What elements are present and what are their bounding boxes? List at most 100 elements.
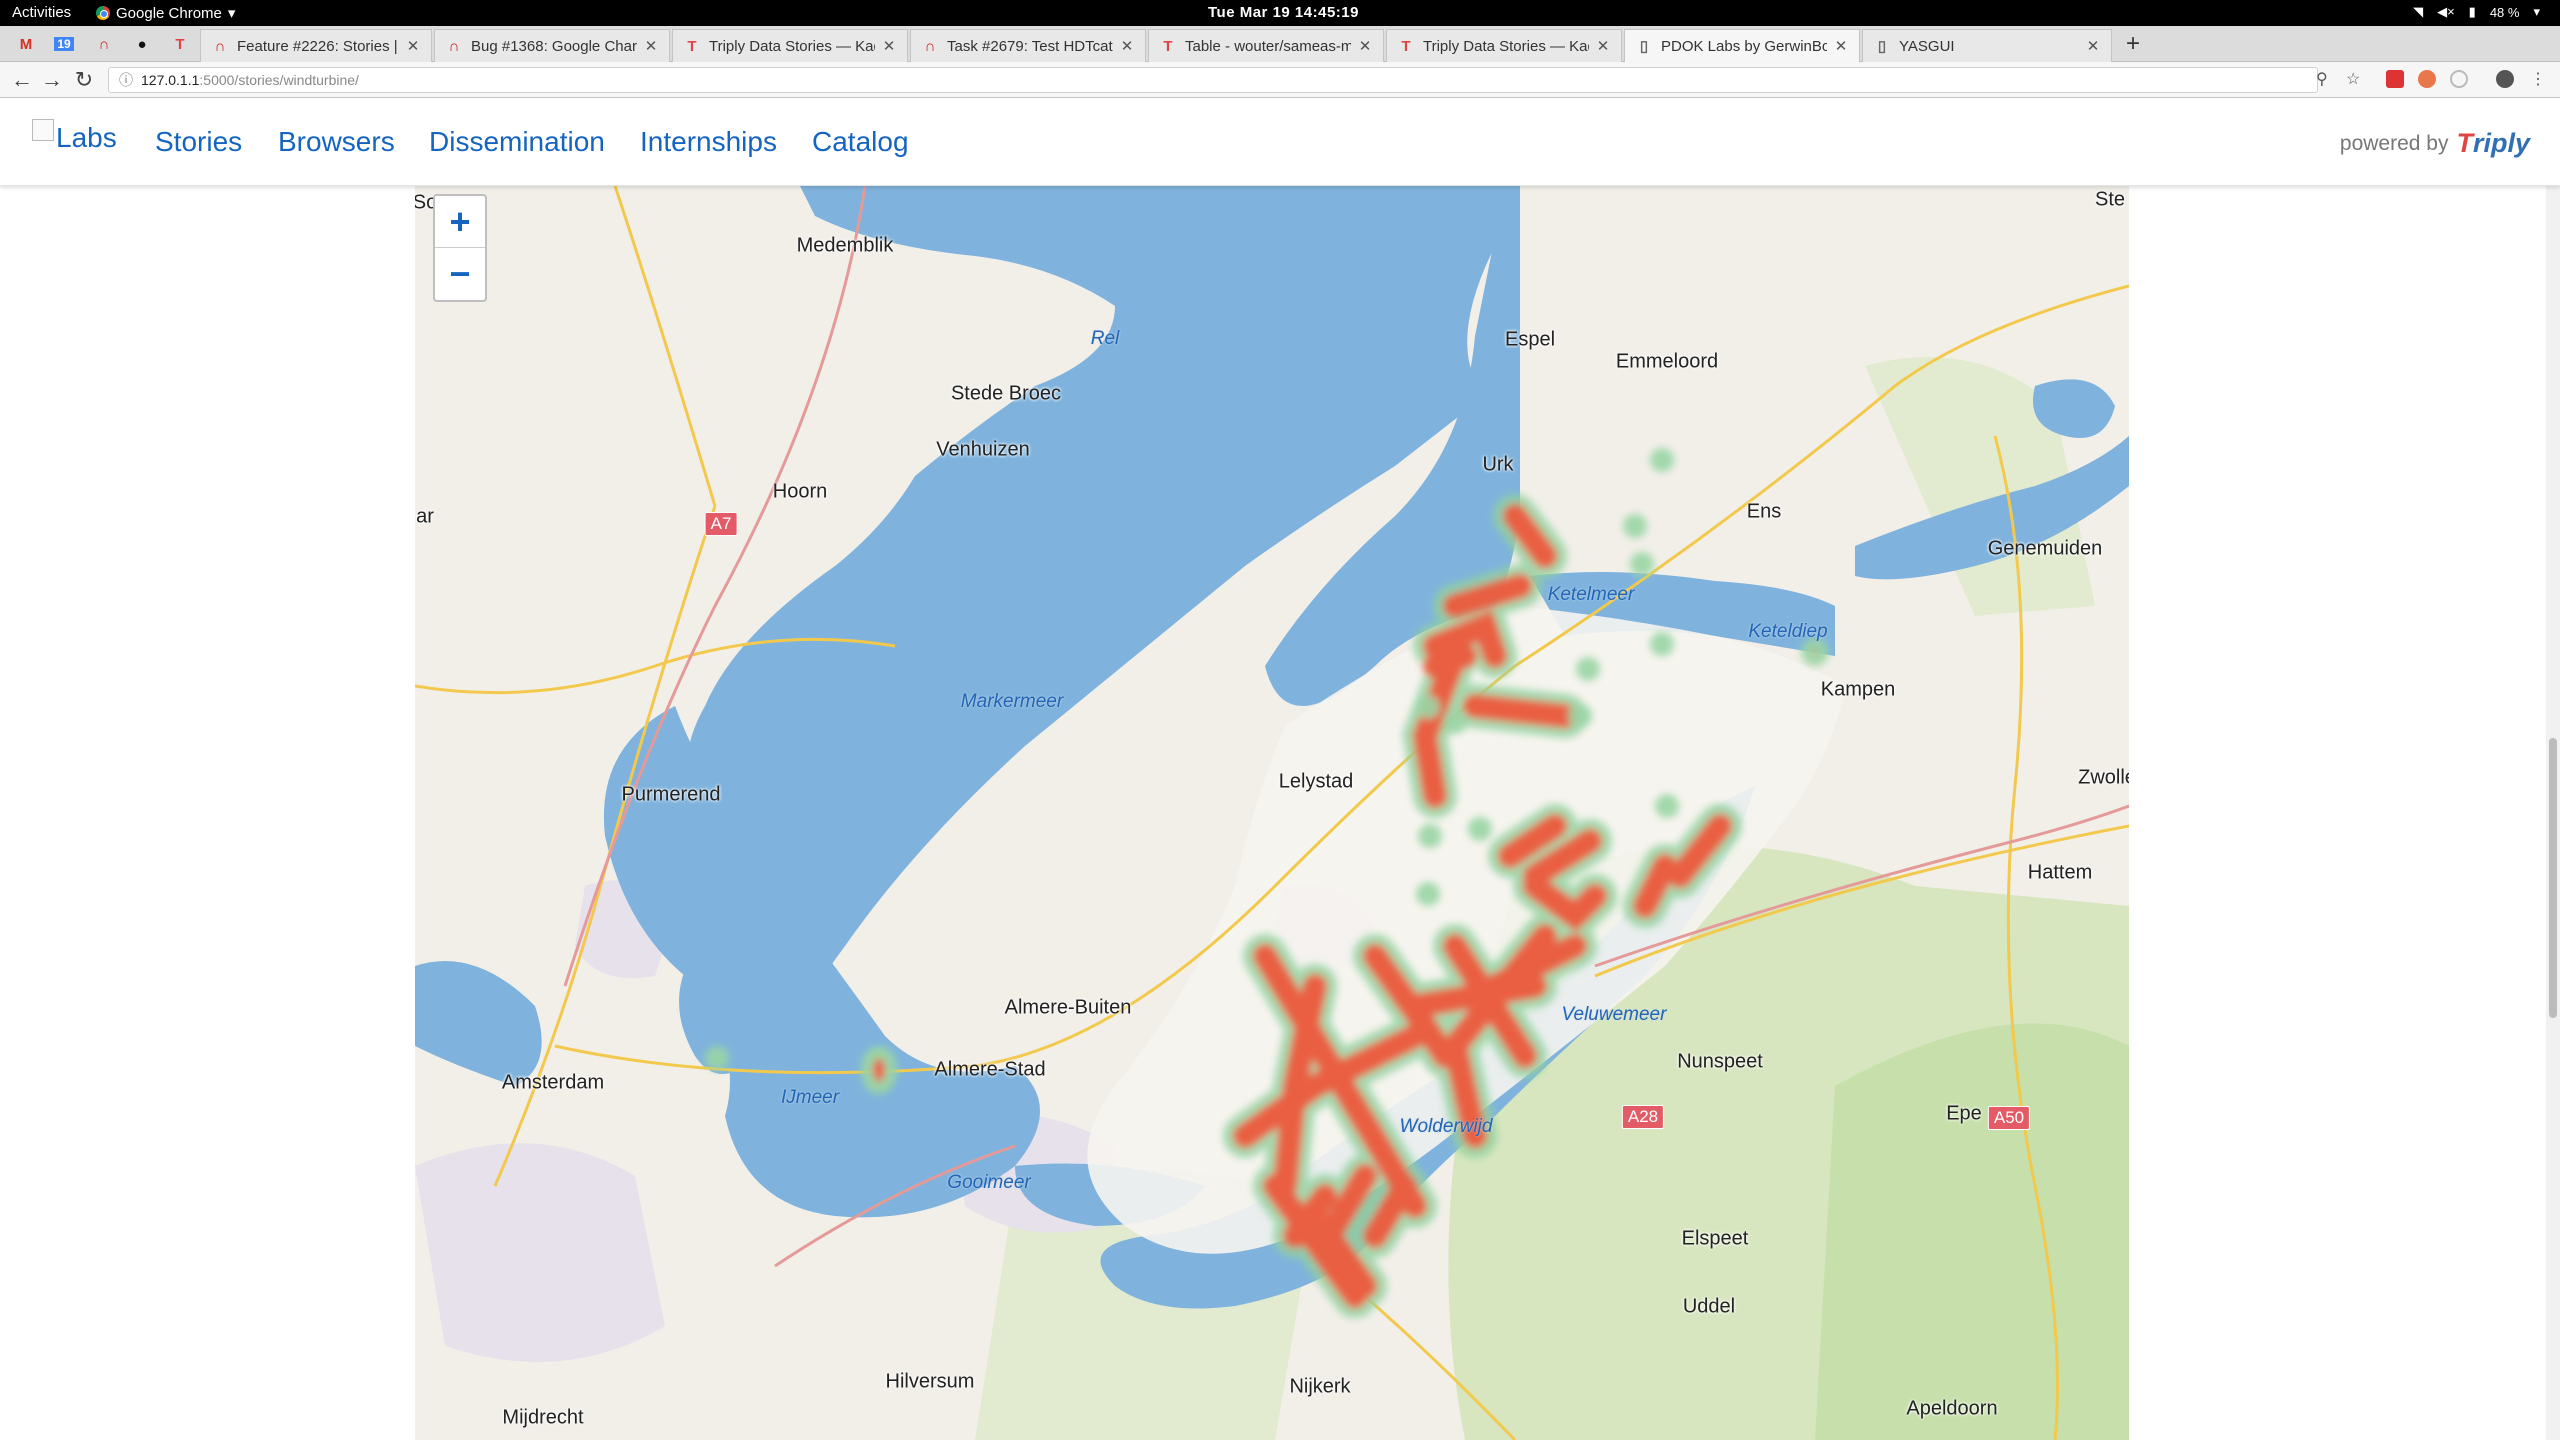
powered-by[interactable]: powered by Triply [2340, 128, 2530, 159]
redmine-icon: ∩ [214, 37, 226, 55]
browser-tab[interactable]: ∩ Feature #2226: Stories | R ✕ [200, 29, 432, 62]
status-area[interactable]: ◥ ◀× ▮ 48 % ▾ [2413, 4, 2540, 20]
battery-icon: ▮ [2468, 4, 2476, 19]
triply-icon: T [687, 37, 697, 55]
place-label: Medemblik [796, 234, 894, 257]
place-label: Venhuizen [936, 438, 1030, 461]
wifi-icon: ◥ [2413, 4, 2424, 19]
extension-icon[interactable] [2386, 70, 2404, 88]
zoom-icon[interactable]: ⚲ [2316, 69, 2328, 89]
chrome-icon [96, 6, 110, 20]
heatmap-map[interactable]: + − Medemblik Stede Broec Venhuizen Hoor… [415, 186, 2129, 1440]
nav-catalog[interactable]: Catalog [812, 126, 909, 158]
place-label: Elspeet [1681, 1227, 1749, 1250]
close-icon[interactable]: ✕ [1595, 37, 1611, 55]
nav-stories[interactable]: Stories [155, 126, 242, 158]
place-label: Purmerend [621, 783, 721, 806]
activities-button[interactable]: Activities [12, 4, 71, 21]
close-icon[interactable]: ✕ [405, 37, 421, 55]
profile-icon[interactable] [2496, 70, 2514, 88]
place-label: Zwolle [2078, 766, 2129, 789]
triply-icon: T [1401, 37, 1411, 55]
place-label: Hoorn [772, 480, 828, 503]
water-label: IJmeer [780, 1087, 840, 1108]
new-tab-button[interactable]: + [2118, 30, 2148, 58]
browser-tab[interactable]: ∩ Bug #1368: Google Charts ✕ [434, 29, 670, 62]
redmine-icon: ∩ [448, 37, 460, 55]
tab-title: Bug #1368: Google Charts [471, 37, 637, 55]
triply-logo: Triply [2456, 128, 2530, 158]
nav-dissemination[interactable]: Dissemination [429, 126, 605, 158]
triply-icon[interactable]: T [162, 26, 198, 62]
water-label: Rel [1090, 328, 1120, 349]
star-icon[interactable]: ☆ [2346, 69, 2360, 89]
github-icon[interactable]: ● [124, 26, 160, 62]
app-menu-label: Google Chrome [116, 4, 222, 22]
tab-title: Feature #2226: Stories | R [237, 37, 399, 55]
page-icon: ▯ [1639, 38, 1649, 55]
forward-button[interactable]: → [38, 66, 66, 94]
nav-internships[interactable]: Internships [640, 126, 777, 158]
tab-title: Triply Data Stories — Kad [709, 37, 875, 55]
nav-browsers[interactable]: Browsers [278, 126, 395, 158]
browser-tab[interactable]: T Table - wouter/sameas-m ✕ [1148, 29, 1384, 62]
gmail-icon[interactable]: M [8, 26, 44, 62]
address-bar[interactable]: ⓘ 127.0.1.1 :5000/stories/windturbine/ [108, 67, 2318, 93]
triply-icon: T [1163, 37, 1173, 55]
app-menu[interactable]: Google Chrome ▾ [96, 4, 235, 22]
place-label: Lelystad [1278, 770, 1354, 793]
reload-button[interactable]: ↻ [70, 66, 98, 94]
browser-tab[interactable]: T Triply Data Stories — Kad ✕ [672, 29, 908, 62]
browser-tab-active[interactable]: ▯ PDOK Labs by GerwinBos ✕ [1624, 29, 1860, 62]
place-label: Almere-Buiten [1004, 996, 1132, 1019]
broken-image-icon [32, 119, 54, 141]
chevron-down-icon: ▾ [227, 5, 236, 22]
clock[interactable]: Tue Mar 19 14:45:19 [1208, 4, 1359, 21]
brand-logo[interactable]: Labs [32, 119, 117, 154]
redmine-icon[interactable]: ∩ [86, 26, 122, 62]
place-label: Nunspeet [1677, 1050, 1763, 1073]
browser-tab[interactable]: ▯ YASGUI ✕ [1862, 29, 2112, 62]
place-label: Nijkerk [1289, 1375, 1351, 1398]
place-label: ar [416, 505, 434, 528]
water-label: Gooimeer [947, 1172, 1031, 1193]
redmine-icon: ∩ [924, 37, 936, 55]
close-icon[interactable]: ✕ [881, 37, 897, 55]
back-button[interactable]: ← [8, 66, 36, 94]
place-label: Urk [1482, 453, 1514, 476]
extension-icon[interactable] [2450, 70, 2468, 88]
place-label: Hattem [2027, 861, 2093, 884]
place-label: Almere-Stad [934, 1058, 1046, 1081]
page-scrollbar[interactable] [2546, 98, 2560, 1440]
extension-icon[interactable] [2418, 70, 2436, 88]
browser-toolbar: ← → ↻ ⓘ 127.0.1.1 :5000/stories/windturb… [0, 62, 2560, 98]
place-label: Emmeloord [1615, 350, 1719, 373]
place-label: Uddel [1682, 1295, 1736, 1318]
url-path: :5000/stories/windturbine/ [199, 72, 359, 88]
browser-tab[interactable]: ∩ Task #2679: Test HDTcat ✕ [910, 29, 1146, 62]
water-label: Wolderwijd [1399, 1116, 1493, 1137]
place-label: Espel [1504, 328, 1556, 351]
zoom-control: + − [433, 194, 487, 302]
map-canvas[interactable] [415, 186, 2129, 1440]
calendar-icon[interactable]: 19 [54, 37, 74, 51]
close-icon[interactable]: ✕ [643, 37, 659, 55]
place-label: Hilversum [885, 1370, 975, 1393]
close-icon[interactable]: ✕ [1119, 37, 1135, 55]
site-navbar: Labs Stories Browsers Dissemination Inte… [0, 98, 2560, 186]
zoom-in-button[interactable]: + [435, 196, 485, 248]
water-label: Markermeer [960, 691, 1064, 712]
browser-tab[interactable]: T Triply Data Stories — Kad ✕ [1386, 29, 1622, 62]
info-icon[interactable]: ⓘ [119, 70, 133, 90]
close-icon[interactable]: ✕ [1357, 37, 1373, 55]
menu-kebab-icon[interactable]: ⋮ [2530, 69, 2546, 89]
battery-level: 48 % [2489, 4, 2520, 20]
close-icon[interactable]: ✕ [1833, 37, 1849, 55]
place-label: Mijdrecht [502, 1406, 584, 1429]
system-top-bar: Activities Google Chrome ▾ Tue Mar 19 14… [0, 0, 2560, 26]
tab-title: Table - wouter/sameas-m [1185, 37, 1351, 55]
tab-title: Triply Data Stories — Kad [1423, 37, 1589, 55]
zoom-out-button[interactable]: − [435, 248, 485, 300]
close-icon[interactable]: ✕ [2085, 37, 2101, 55]
scrollbar-thumb[interactable] [2549, 738, 2557, 1018]
